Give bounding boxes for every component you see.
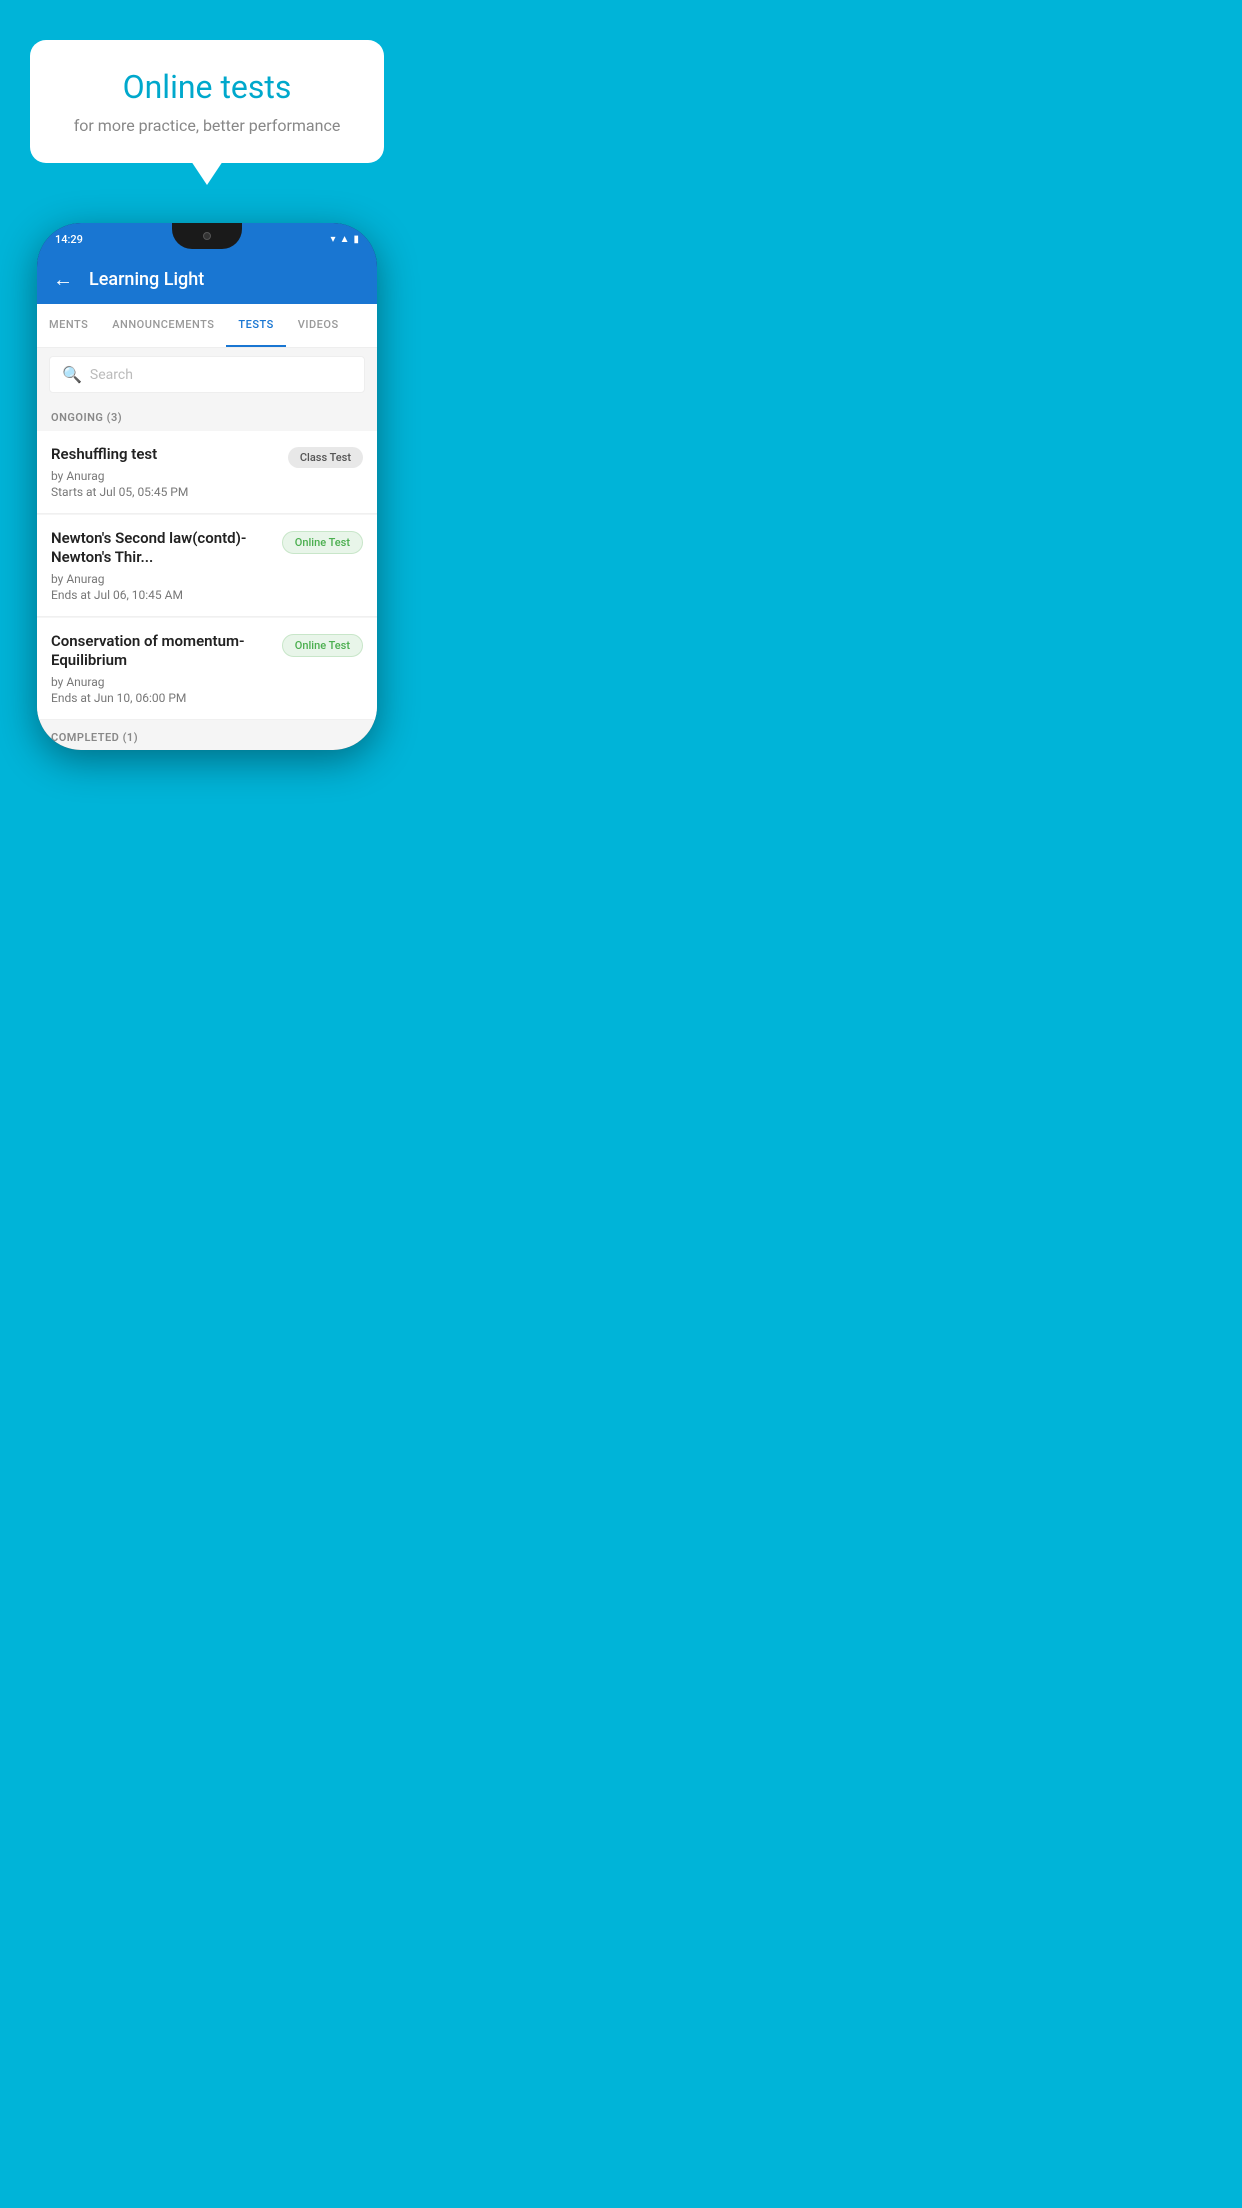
- badge-reshuffling: Class Test: [288, 447, 363, 468]
- status-bar: 14:29 ▾ ▲ ▮: [37, 223, 377, 255]
- test-author-conservation: by Anurag: [51, 675, 272, 689]
- back-button[interactable]: ←: [53, 267, 73, 292]
- status-time: 14:29: [55, 233, 83, 246]
- search-box[interactable]: 🔍 Search: [49, 356, 365, 393]
- test-time-newtons: Ends at Jul 06, 10:45 AM: [51, 588, 272, 602]
- badge-newtons: Online Test: [282, 531, 363, 554]
- test-info-conservation: Conservation of momentum-Equilibrium by …: [51, 632, 282, 705]
- app-header: ← Learning Light: [37, 255, 377, 304]
- test-name-reshuffling: Reshuffling test: [51, 445, 278, 465]
- tabs-container: MENTS ANNOUNCEMENTS TESTS VIDEOS: [37, 304, 377, 348]
- signal-icon: ▲: [340, 234, 350, 245]
- bubble-subtitle: for more practice, better performance: [60, 116, 354, 135]
- test-author-reshuffling: by Anurag: [51, 469, 278, 483]
- test-name-newtons: Newton's Second law(contd)-Newton's Thir…: [51, 529, 272, 568]
- bubble-title: Online tests: [60, 68, 354, 106]
- test-time-reshuffling: Starts at Jul 05, 05:45 PM: [51, 485, 278, 499]
- wifi-icon: ▾: [331, 234, 336, 245]
- tab-announcements[interactable]: ANNOUNCEMENTS: [100, 304, 226, 347]
- test-info-reshuffling: Reshuffling test by Anurag Starts at Jul…: [51, 445, 288, 499]
- status-icons: ▾ ▲ ▮: [331, 234, 359, 245]
- test-card-conservation[interactable]: Conservation of momentum-Equilibrium by …: [37, 618, 377, 720]
- speech-bubble-section: Online tests for more practice, better p…: [0, 0, 414, 163]
- test-name-conservation: Conservation of momentum-Equilibrium: [51, 632, 272, 671]
- ongoing-section-header: ONGOING (3): [37, 401, 377, 430]
- content-area: ONGOING (3) Reshuffling test by Anurag S…: [37, 401, 377, 750]
- test-info-newtons: Newton's Second law(contd)-Newton's Thir…: [51, 529, 282, 602]
- completed-section-header: COMPLETED (1): [37, 721, 377, 750]
- test-author-newtons: by Anurag: [51, 572, 272, 586]
- test-time-conservation: Ends at Jun 10, 06:00 PM: [51, 691, 272, 705]
- camera: [203, 232, 211, 240]
- search-icon: 🔍: [62, 365, 82, 384]
- tab-ments[interactable]: MENTS: [37, 304, 100, 347]
- tab-videos[interactable]: VIDEOS: [286, 304, 351, 347]
- notch: [172, 223, 242, 249]
- tab-tests[interactable]: TESTS: [226, 304, 285, 347]
- phone-frame: 14:29 ▾ ▲ ▮ ← Learning Light MENTS ANNOU…: [37, 223, 377, 750]
- search-container: 🔍 Search: [37, 348, 377, 401]
- test-card-reshuffling[interactable]: Reshuffling test by Anurag Starts at Jul…: [37, 431, 377, 514]
- phone-mockup: 14:29 ▾ ▲ ▮ ← Learning Light MENTS ANNOU…: [37, 223, 377, 750]
- test-card-newtons[interactable]: Newton's Second law(contd)-Newton's Thir…: [37, 515, 377, 617]
- speech-bubble: Online tests for more practice, better p…: [30, 40, 384, 163]
- battery-icon: ▮: [353, 234, 359, 245]
- badge-conservation: Online Test: [282, 634, 363, 657]
- app-title: Learning Light: [89, 269, 204, 290]
- search-input[interactable]: Search: [90, 367, 133, 383]
